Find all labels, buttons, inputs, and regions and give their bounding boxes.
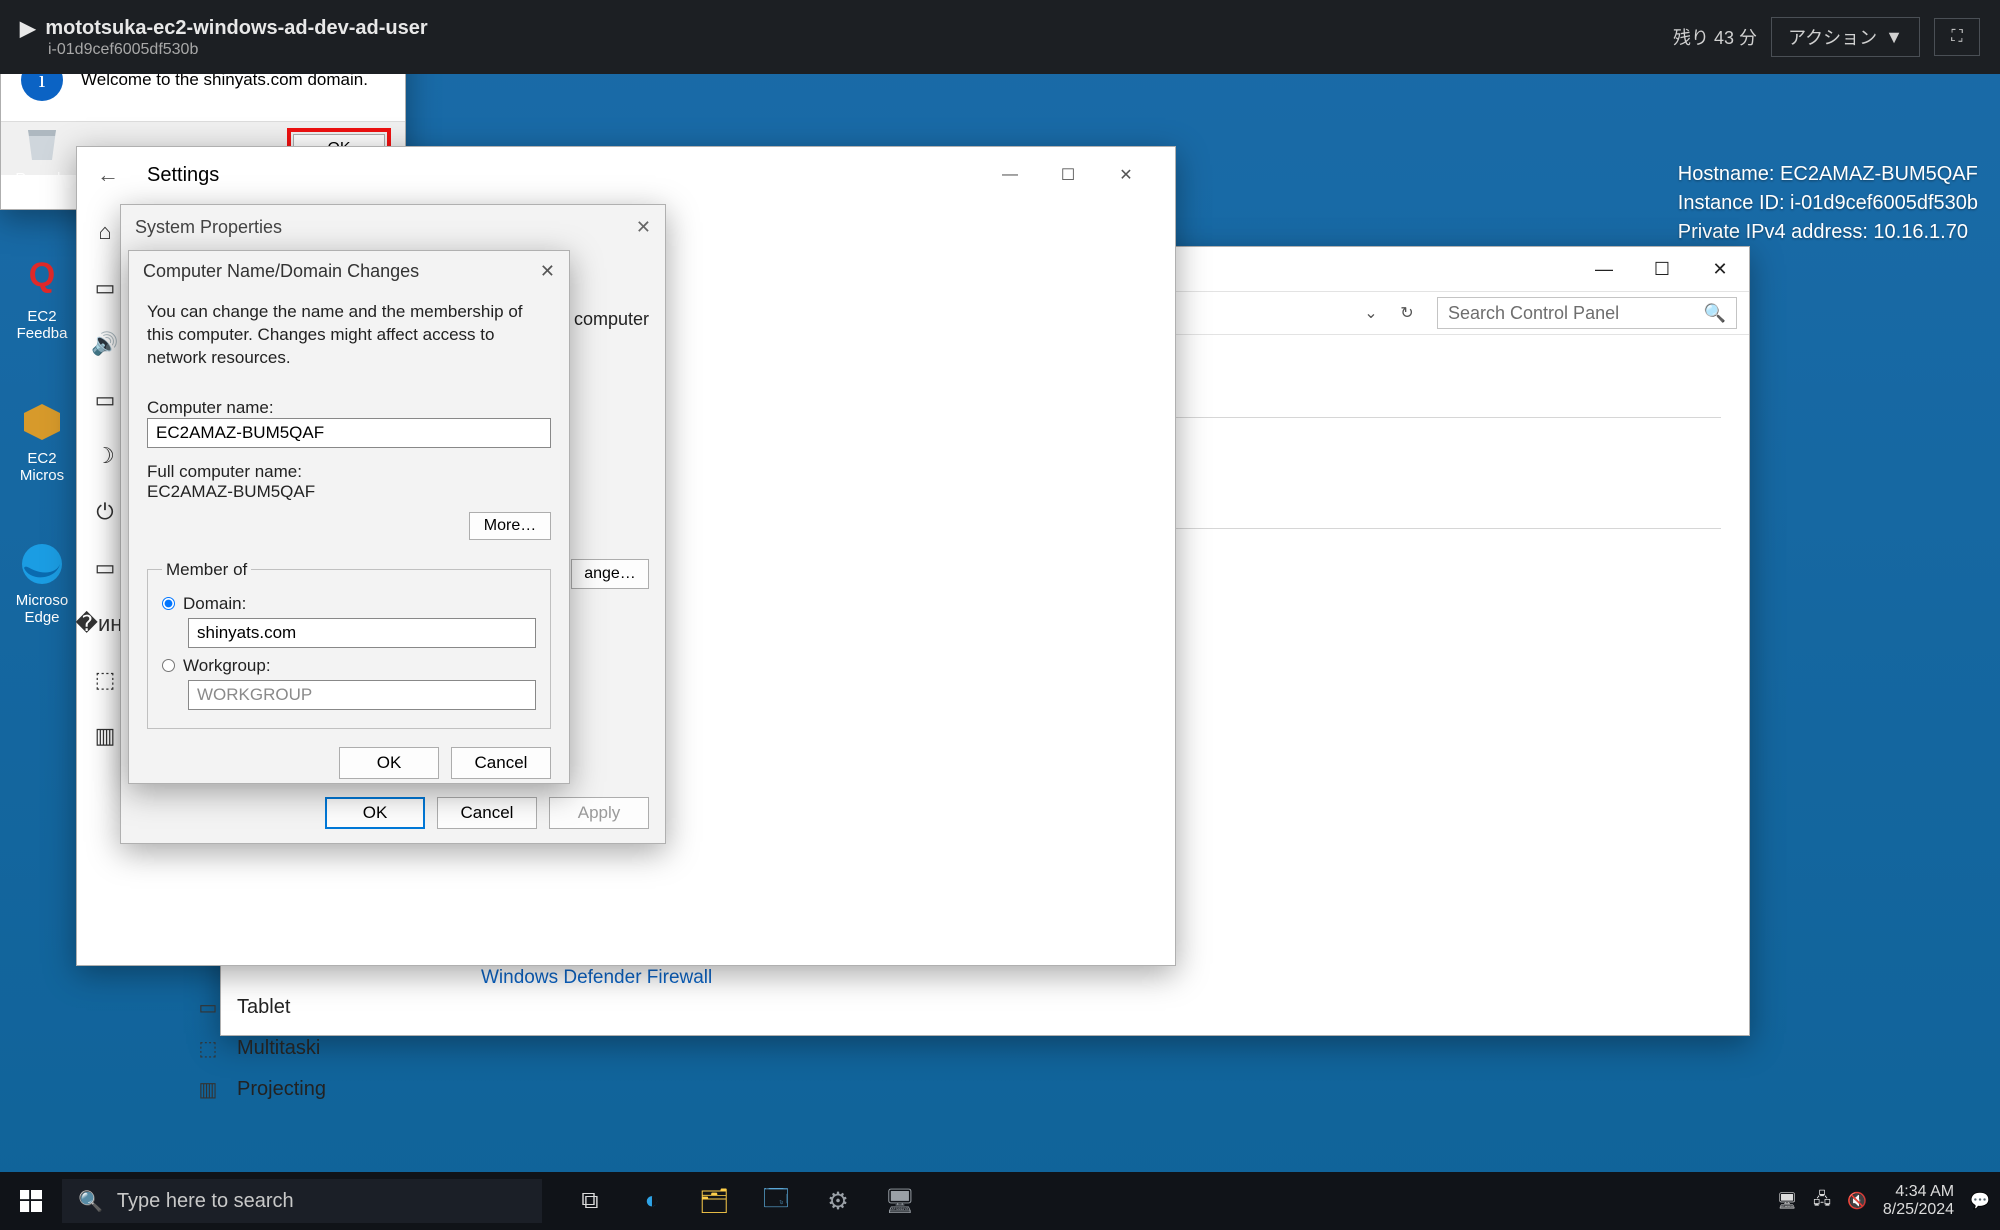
fullscreen-icon: ⛶: [1951, 28, 1962, 46]
home-icon[interactable]: ⌂: [98, 219, 111, 245]
display-icon[interactable]: ▭: [95, 275, 116, 301]
taskbar-search[interactable]: 🔍 Type here to search: [62, 1179, 542, 1223]
change-button[interactable]: ange…: [571, 559, 649, 589]
taskbar-app-explorer[interactable]: 🗂: [686, 1179, 742, 1223]
domain-input[interactable]: [188, 618, 536, 648]
maximize-button[interactable]: ☐: [1633, 247, 1691, 291]
cndc-title: Computer Name/Domain Changes: [143, 261, 419, 282]
minimize-button[interactable]: —: [1575, 247, 1633, 291]
more-button[interactable]: More…: [469, 512, 551, 540]
maximize-button[interactable]: ☐: [1039, 153, 1097, 197]
hostinfo-hostname: Hostname: EC2AMAZ-BUM5QAF: [1678, 160, 1978, 189]
taskbar-clock[interactable]: 4:34 AM 8/25/2024: [1883, 1183, 1954, 1220]
fullscreen-button[interactable]: ⛶: [1934, 18, 1980, 56]
projecting-icon[interactable]: ▥: [95, 723, 116, 749]
taskbar-app-server-manager[interactable]: 🗔: [748, 1179, 804, 1223]
start-button[interactable]: [0, 1172, 62, 1230]
taskbar: 🔍 Type here to search ⧉ ◐ 🗂 🗔 ⚙ 🖥 🖥 🖧 🔇 …: [0, 1172, 2000, 1230]
nav-projecting[interactable]: ▥Projecting: [197, 1069, 326, 1110]
multitask-icon: ⬚: [197, 1036, 219, 1061]
member-of-legend: Member of: [162, 560, 251, 580]
chevron-down-icon: ▼: [1885, 27, 1903, 48]
back-button[interactable]: ←: [97, 162, 119, 188]
domain-changes-dialog: Computer Name/Domain Changes ✕ You can c…: [128, 250, 570, 784]
tray-network-icon[interactable]: 🖧: [1813, 1188, 1831, 1215]
firewall-link[interactable]: Windows Defender Firewall: [481, 967, 712, 989]
storage-icon[interactable]: ▭: [95, 555, 116, 581]
q-icon: Q: [18, 256, 66, 304]
workgroup-radio[interactable]: [162, 659, 175, 672]
session-topbar: ▶ mototsuka-ec2-windows-ad-dev-ad-user i…: [0, 0, 2000, 74]
control-panel-search[interactable]: Search Control Panel 🔍: [1437, 297, 1737, 329]
power-icon[interactable]: ⏻: [96, 499, 113, 525]
workgroup-input: [188, 680, 536, 710]
taskbar-app-sysprop[interactable]: 🖥: [872, 1179, 928, 1223]
domain-radio[interactable]: [162, 597, 175, 610]
desktop-icon-ec2-microsoft[interactable]: EC2 Micros: [10, 398, 74, 484]
cndc-description: You can change the name and the membersh…: [147, 301, 551, 370]
desktop-icon-edge[interactable]: Microso Edge: [10, 540, 74, 626]
address-dropdown[interactable]: ⌄: [1353, 303, 1389, 323]
nav-multitasking[interactable]: ⬚Multitaski: [197, 1028, 326, 1069]
nav-tablet[interactable]: ▭Tablet: [197, 987, 326, 1028]
action-dropdown[interactable]: アクション ▼: [1771, 17, 1920, 57]
full-name-value: EC2AMAZ-BUM5QAF: [147, 482, 551, 502]
session-title: mototsuka-ec2-windows-ad-dev-ad-user: [45, 17, 427, 40]
workgroup-radio-label: Workgroup:: [183, 656, 271, 676]
close-button[interactable]: ✕: [540, 261, 555, 282]
tray-action-center-icon[interactable]: 💬: [1970, 1191, 1990, 1211]
hostinfo-instance: Instance ID: i-01d9cef6005df530b: [1678, 189, 1978, 218]
domain-radio-label: Domain:: [183, 594, 246, 614]
close-button[interactable]: ✕: [636, 217, 651, 238]
sysprop-title: System Properties: [135, 217, 282, 238]
settings-title: Settings: [147, 164, 219, 187]
search-icon: 🔍: [1704, 303, 1726, 324]
focus-icon[interactable]: ☽: [95, 443, 115, 469]
cancel-button[interactable]: Cancel: [451, 747, 551, 779]
ok-button[interactable]: OK: [325, 797, 425, 829]
edge-icon: [18, 540, 66, 588]
taskbar-app-settings[interactable]: ⚙: [810, 1179, 866, 1223]
tablet-icon: ▭: [197, 995, 219, 1020]
multitask-icon[interactable]: ⬚: [95, 667, 116, 693]
member-of-group: Member of Domain: Workgroup:: [147, 560, 551, 729]
tray-monitor-icon[interactable]: 🖥: [1777, 1191, 1797, 1211]
time-remaining: 残り 43 分: [1673, 24, 1757, 50]
hostinfo-ip: Private IPv4 address: 10.16.1.70: [1678, 218, 1978, 247]
minimize-button[interactable]: —: [981, 153, 1039, 197]
desktop-icon-recycle-bin[interactable]: Recycle: [10, 118, 74, 187]
full-name-label: Full computer name:: [147, 462, 551, 482]
sound-icon[interactable]: 🔊: [91, 331, 118, 357]
desktop-icon-ec2-feedback[interactable]: Q EC2 Feedba: [10, 256, 74, 342]
projecting-icon: ▥: [197, 1077, 219, 1102]
notifications-icon[interactable]: ▭: [95, 387, 116, 413]
apply-button[interactable]: Apply: [549, 797, 649, 829]
computer-name-input[interactable]: [147, 418, 551, 448]
recycle-bin-icon: [18, 118, 66, 166]
close-button[interactable]: ✕: [1691, 247, 1749, 291]
computer-name-label: Computer name:: [147, 398, 551, 418]
play-icon: ▶: [20, 16, 35, 41]
host-info-overlay: Hostname: EC2AMAZ-BUM5QAF Instance ID: i…: [1678, 160, 1978, 247]
cancel-button[interactable]: Cancel: [437, 797, 537, 829]
box-icon: [18, 398, 66, 446]
tray-sound-icon[interactable]: 🔇: [1847, 1191, 1867, 1211]
close-button[interactable]: ✕: [1097, 153, 1155, 197]
search-icon: 🔍: [78, 1189, 103, 1214]
taskbar-app-edge[interactable]: ◐: [624, 1179, 680, 1223]
task-view-button[interactable]: ⧉: [562, 1179, 618, 1223]
ok-button[interactable]: OK: [339, 747, 439, 779]
session-instance-id: i-01d9cef6005df530b: [48, 41, 428, 59]
refresh-button[interactable]: ↻: [1389, 303, 1425, 323]
